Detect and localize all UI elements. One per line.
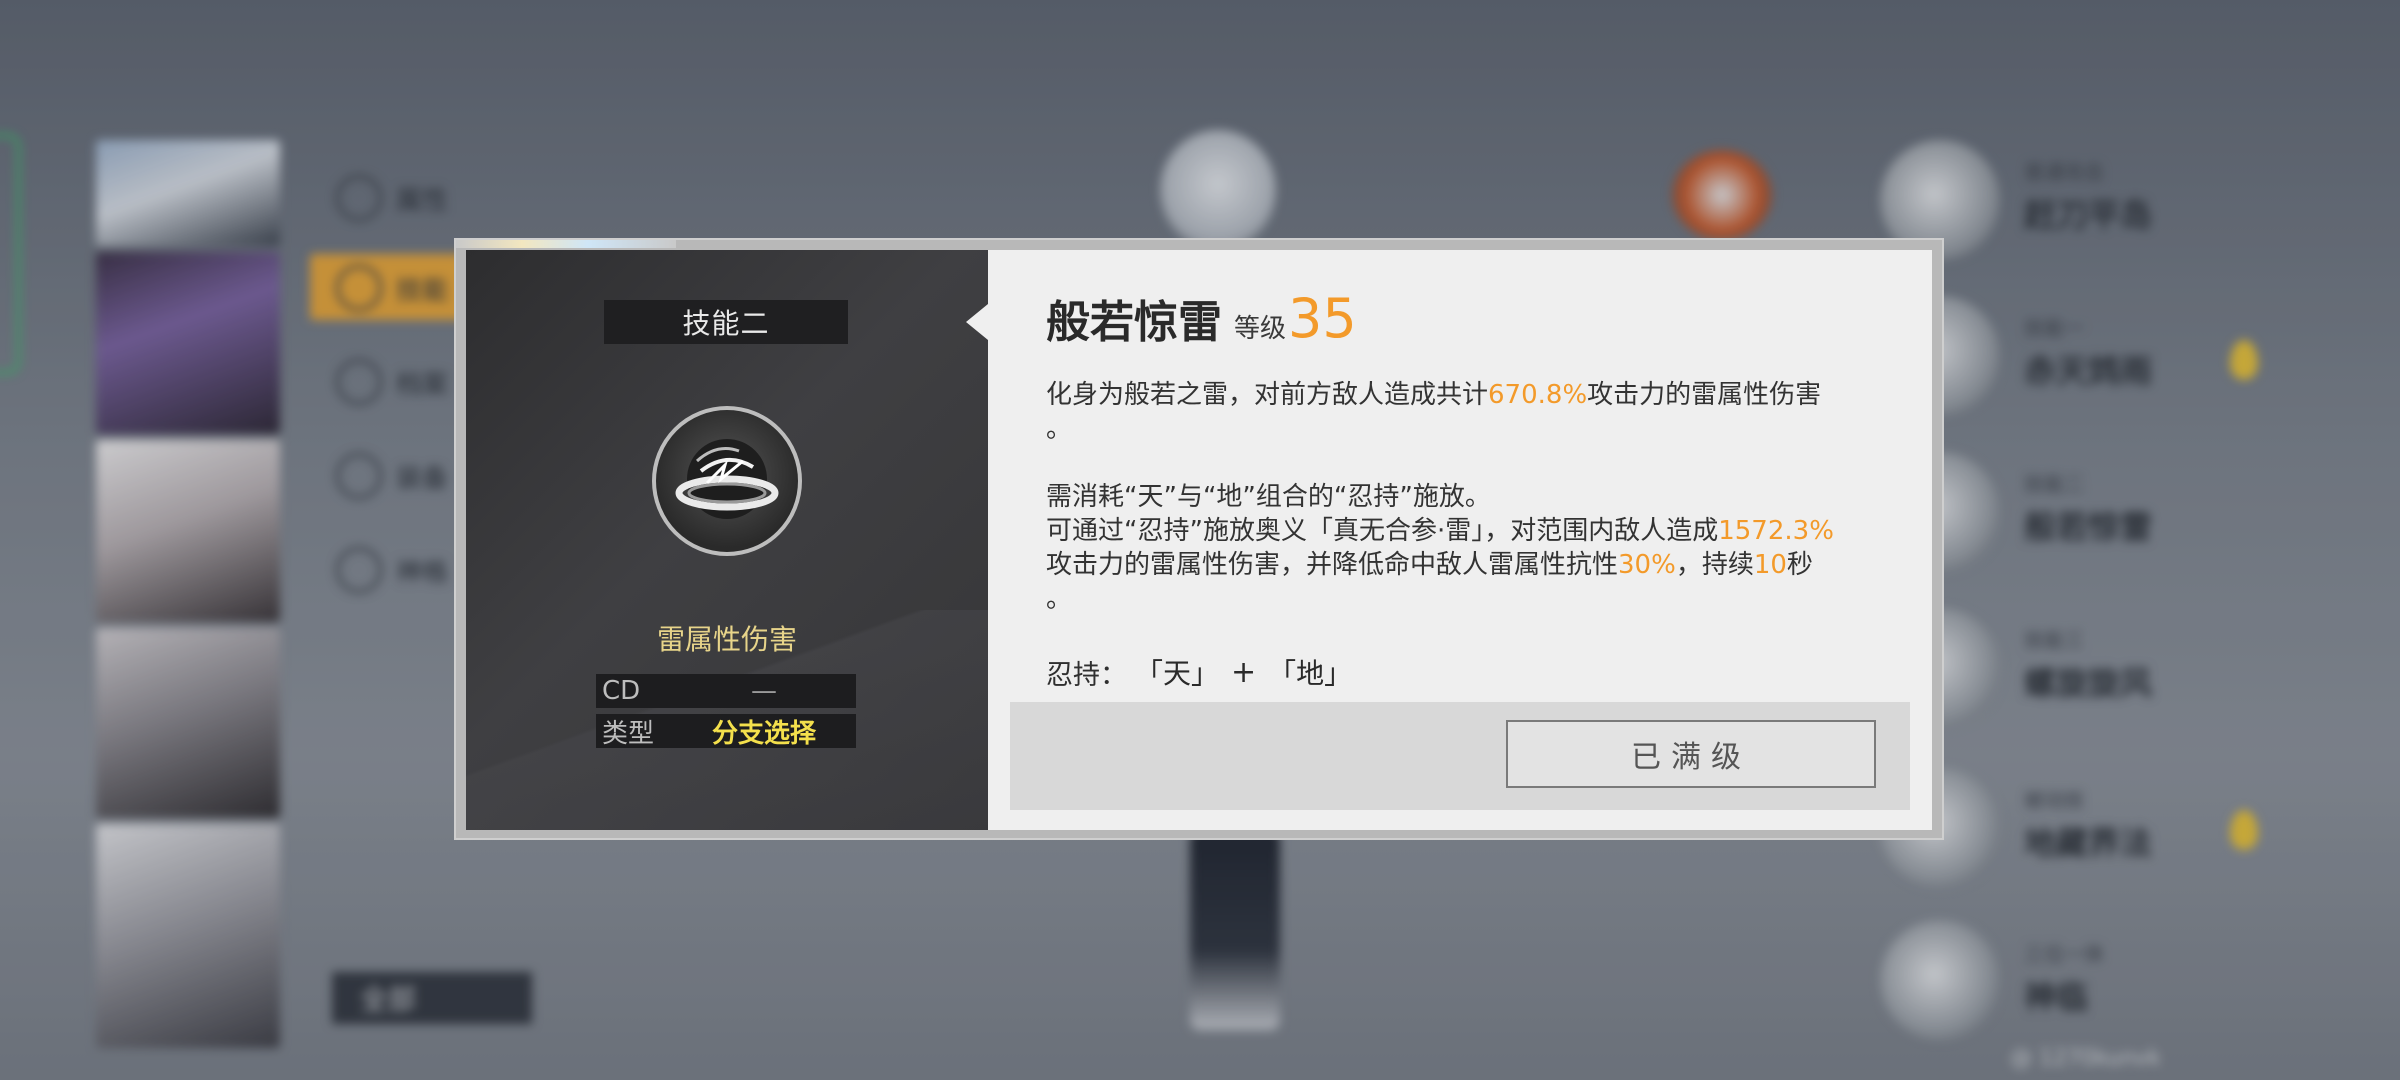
skill-slot-tab: 技能二 (604, 300, 848, 344)
level-label: 等级 (1234, 314, 1287, 344)
stat-value: 分支选择 (712, 718, 817, 749)
stat-row-type: 类型 分支选择 (596, 714, 856, 749)
damage-element-label: 雷属性伤害 (656, 623, 797, 656)
desc-text: 攻击力的雷属性伤害，并降低命中敌人雷属性抗性 (1046, 550, 1619, 580)
action-bar: 已满级 (1010, 702, 1910, 810)
description-paragraph: 需消耗“天”与“地”组合的“忍持”施放。可通过“忍持”施放奥义「真无合参·雷」，… (1046, 480, 1906, 616)
stat-key: 类型 (602, 718, 655, 749)
desc-highlight: 30% (1618, 550, 1676, 580)
max-level-button[interactable]: 已满级 (1506, 720, 1876, 788)
description-paragraph: 化身为般若之雷，对前方敌人造成共计670.8%攻击力的雷属性伤害。 (1046, 378, 1906, 446)
desc-text: 化身为般若之雷，对前方敌人造成共计 (1046, 380, 1489, 410)
stat-row-cd: CD — (596, 674, 856, 708)
modal-accent-stripe (456, 240, 676, 248)
stat-key: CD (602, 676, 641, 706)
skill-description: 化身为般若之雷，对前方敌人造成共计670.8%攻击力的雷属性伤害。 需消耗“天”… (1046, 378, 1906, 616)
panel-pointer (966, 304, 988, 340)
heaven-glyph-icon: 「天」 (1135, 657, 1220, 690)
desc-highlight: 10 (1753, 550, 1787, 580)
desc-text: 。 (1046, 584, 1073, 614)
desc-text: 攻击力的雷属性伤害 (1587, 380, 1822, 410)
lightning-orb-icon (675, 439, 779, 519)
desc-text: 秒 (1786, 550, 1813, 580)
skill-title: 般若惊雷 等级 35 (1046, 286, 1357, 350)
desc-highlight: 670.8% (1488, 380, 1588, 410)
desc-text: ，持续 (1675, 550, 1754, 580)
skill-description-panel: 般若惊雷 等级 35 化身为般若之雷，对前方敌人造成共计670.8%攻击力的雷属… (988, 250, 1932, 830)
earth-glyph-icon: 「地」 (1268, 657, 1353, 690)
desc-text: 需消耗“天”与“地”组合的“忍持”施放。 (1046, 482, 1491, 512)
stat-value: — (751, 676, 777, 706)
skill-summary-panel: 技能二 雷属性伤害 CD — 类型 分支选择 (466, 250, 988, 830)
desc-highlight: 1572.3% (1718, 516, 1834, 546)
skill-name: 般若惊雷 (1046, 297, 1222, 348)
plus-icon: + (1231, 654, 1257, 690)
desc-text: 可通过“忍持”施放奥义「真无合参·雷」，对范围内敌人造成 (1046, 516, 1719, 546)
lightning-skill-icon (652, 406, 802, 556)
combo-label: 忍持： (1046, 659, 1127, 691)
desc-text: 。 (1046, 414, 1073, 444)
level-value: 35 (1288, 287, 1357, 350)
game-screen: 属性 技能 档案 装备 神格 全部 普通攻击 赶刀平岛 技能一 赤天鸩雨 技能二… (0, 0, 2400, 1080)
combo-requirement: 忍持： 「天」 + 「地」 (1046, 652, 1352, 692)
